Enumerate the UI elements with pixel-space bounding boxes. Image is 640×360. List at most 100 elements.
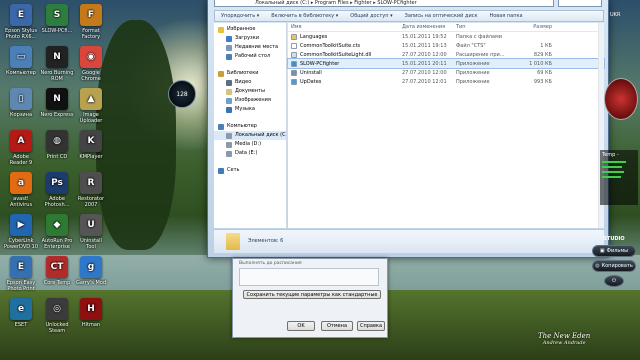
desktop-icon-3[interactable]: F Format Factory xyxy=(72,4,110,40)
column-type[interactable]: Тип xyxy=(456,24,506,30)
column-size[interactable]: Размер xyxy=(506,24,552,30)
desktop-icon-label: Print CD xyxy=(46,154,68,160)
desktop-icon-13[interactable]: a avast! Antivirus xyxy=(2,172,40,208)
column-name[interactable]: Имя xyxy=(288,24,402,30)
help-button[interactable]: Справка xyxy=(357,321,385,331)
power-icon: ⏻ xyxy=(612,278,616,284)
navigation-pane: Избранное Загрузки Недавние места Рабочи… xyxy=(214,23,287,228)
save-defaults-button[interactable]: Сохранить текущие параметры как стандарт… xyxy=(243,290,381,299)
ok-button[interactable]: OK xyxy=(287,321,315,331)
app-icon: E xyxy=(10,256,32,278)
file-date: 15.01.2011 20:11 xyxy=(402,60,447,67)
desktop-icon-label: Adobe Reader 9 xyxy=(9,154,33,166)
desktop-icon-5[interactable]: N Nero Burning ROM xyxy=(38,46,76,82)
desktop-icon-1[interactable]: E Epson Stylus Photo RX6... xyxy=(2,4,40,40)
desktop-icon-16[interactable]: ▶ CyberLink PowerDVD 10 xyxy=(2,214,40,250)
item-count: Элементов: 6 xyxy=(248,238,284,244)
desktop-icon-9[interactable]: ▲ Image Uploader xyxy=(72,88,110,124)
drive-icon xyxy=(226,141,232,148)
gauge-gadget[interactable] xyxy=(604,78,638,120)
power-button[interactable]: ⏻ xyxy=(604,275,624,287)
file-row[interactable]: Languages 15.01.2011 19:52 Папка с файлами xyxy=(288,32,604,41)
nav-music[interactable]: Музыка xyxy=(214,105,286,114)
desktop-icon-17[interactable]: ◆ AutoRun Pro Enterprise xyxy=(38,214,76,250)
computer-icon xyxy=(218,123,224,130)
column-date[interactable]: Дата изменения xyxy=(402,24,456,30)
file-row[interactable]: SLOW-PCfighter 15.01.2011 20:11 Приложение… xyxy=(287,58,605,69)
desktop-icon-11[interactable]: ◍ Print CD xyxy=(38,130,76,160)
nav-video[interactable]: Видео xyxy=(214,78,286,87)
desktop-icon-20[interactable]: CT Core Temp xyxy=(38,256,76,286)
app-icon: S xyxy=(46,4,68,26)
desktop-icon-19[interactable]: E Epson Easy Photo Print xyxy=(2,256,40,292)
desktop-icon-label: Restorator 2007 xyxy=(77,196,105,208)
file-name: UpDates xyxy=(300,78,322,85)
file-row[interactable]: CommonToolkitSuite.cts 15.01.2011 19:13 Фа… xyxy=(288,41,604,50)
new-folder-button[interactable]: Новая папка xyxy=(483,13,528,19)
desktop-icon-14[interactable]: Ps Adobe Photosh... xyxy=(38,172,76,208)
drive-icon xyxy=(226,150,232,157)
nav-documents[interactable]: Документы xyxy=(214,87,286,96)
nav-computer[interactable]: Компьютер xyxy=(214,122,286,131)
nav-drive-e[interactable]: Data (E:) xyxy=(214,149,286,158)
desktop-icon-6[interactable]: ◉ Google Chrome xyxy=(72,46,110,82)
desktop-icon-24[interactable]: H Hitman xyxy=(72,298,110,328)
desktop-icon-label: Epson Stylus Photo RX6... xyxy=(4,28,37,40)
nav-drive-d[interactable]: Media (D:) xyxy=(214,140,286,149)
app-icon xyxy=(291,60,297,67)
app-icon: F xyxy=(80,4,102,26)
file-type: Файл "CTS" xyxy=(456,42,486,49)
temp-bar xyxy=(602,176,621,178)
films-button[interactable]: ▣ Фильмы xyxy=(592,245,636,257)
nav-libraries[interactable]: Библиотеки xyxy=(214,69,286,78)
recent-places-icon xyxy=(226,44,232,51)
clock-gadget[interactable]: 128 xyxy=(168,80,196,108)
file-rows: Languages 15.01.2011 19:52 Папка с файлами… xyxy=(287,32,605,86)
app-icon: ◍ xyxy=(46,130,68,152)
desktop-icon-21[interactable]: g Garry's Mod xyxy=(72,256,110,286)
nav-pictures[interactable]: Изображения xyxy=(214,96,286,105)
explorer-window[interactable]: Локальный диск (C:) ▸ Program Files ▸ Fi… xyxy=(207,0,609,258)
search-input[interactable] xyxy=(558,0,602,7)
desktop-icon-18[interactable]: U Uninstall Tool xyxy=(72,214,110,250)
nav-network[interactable]: Сеть xyxy=(214,166,286,175)
desktop-icon-4[interactable]: ▭ Компьютер xyxy=(2,46,40,76)
nav-favorites[interactable]: Избранное xyxy=(214,25,286,34)
file-row[interactable]: Uninstall 27.07.2010 12:00 Приложение 69 КБ xyxy=(288,68,604,77)
desktop-icon-7[interactable]: ▯ Корзина xyxy=(2,88,40,118)
app-icon: R xyxy=(80,172,102,194)
nav-recent[interactable]: Недавние места xyxy=(214,43,286,52)
file-size: 69 КБ xyxy=(537,69,552,76)
temperature-gadget[interactable]: Temp - xyxy=(600,150,638,205)
burn-button[interactable]: Запись на оптический диск xyxy=(399,13,484,19)
app-icon: N xyxy=(46,46,68,68)
app-icon: ▭ xyxy=(10,46,32,68)
address-bar[interactable]: Локальный диск (C:) ▸ Program Files ▸ Fi… xyxy=(214,0,554,7)
cancel-button[interactable]: Отмена xyxy=(321,321,353,331)
app-icon xyxy=(291,69,297,76)
desktop-icon-15[interactable]: R Restorator 2007 xyxy=(72,172,110,208)
nav-drive-c[interactable]: Локальный диск (C:) xyxy=(214,131,286,140)
nav-desktop[interactable]: Рабочий стол xyxy=(214,52,286,61)
file-date: 27.07.2010 12:01 xyxy=(402,78,447,85)
desktop-icon-22[interactable]: e ESET xyxy=(2,298,40,328)
app-icon xyxy=(291,78,297,85)
copy-button[interactable]: ◎ Копировать xyxy=(592,260,636,272)
folder-icon xyxy=(226,233,240,250)
film-icon: ▣ xyxy=(599,248,605,254)
file-date: 15.01.2011 19:13 xyxy=(402,42,447,49)
desktop-icon-10[interactable]: A Adobe Reader 9 xyxy=(2,130,40,166)
nav-downloads[interactable]: Загрузки xyxy=(214,34,286,43)
desktop-icon-2[interactable]: S SLOW-PCfi... xyxy=(38,4,76,34)
share-button[interactable]: Общий доступ ▾ xyxy=(344,13,398,19)
desktop-icon-8[interactable]: N Nero Express xyxy=(38,88,76,118)
include-library-button[interactable]: Включить в библиотеку ▾ xyxy=(265,13,344,19)
file-size: 829 КБ xyxy=(533,51,552,58)
file-row[interactable]: UpDates 27.07.2010 12:01 Приложение 993 КБ xyxy=(288,77,604,86)
file-name: Languages xyxy=(300,33,328,40)
locale-indicator[interactable]: UKR xyxy=(610,12,620,18)
desktop-icon-23[interactable]: ◎ Unlocked Steam xyxy=(38,298,76,334)
file-row[interactable]: CommonToolkitSuiteLight.dll 27.07.2010 12… xyxy=(288,50,604,59)
organize-button[interactable]: Упорядочить ▾ xyxy=(215,13,265,19)
desktop-icon-12[interactable]: K KMPlayer xyxy=(72,130,110,160)
